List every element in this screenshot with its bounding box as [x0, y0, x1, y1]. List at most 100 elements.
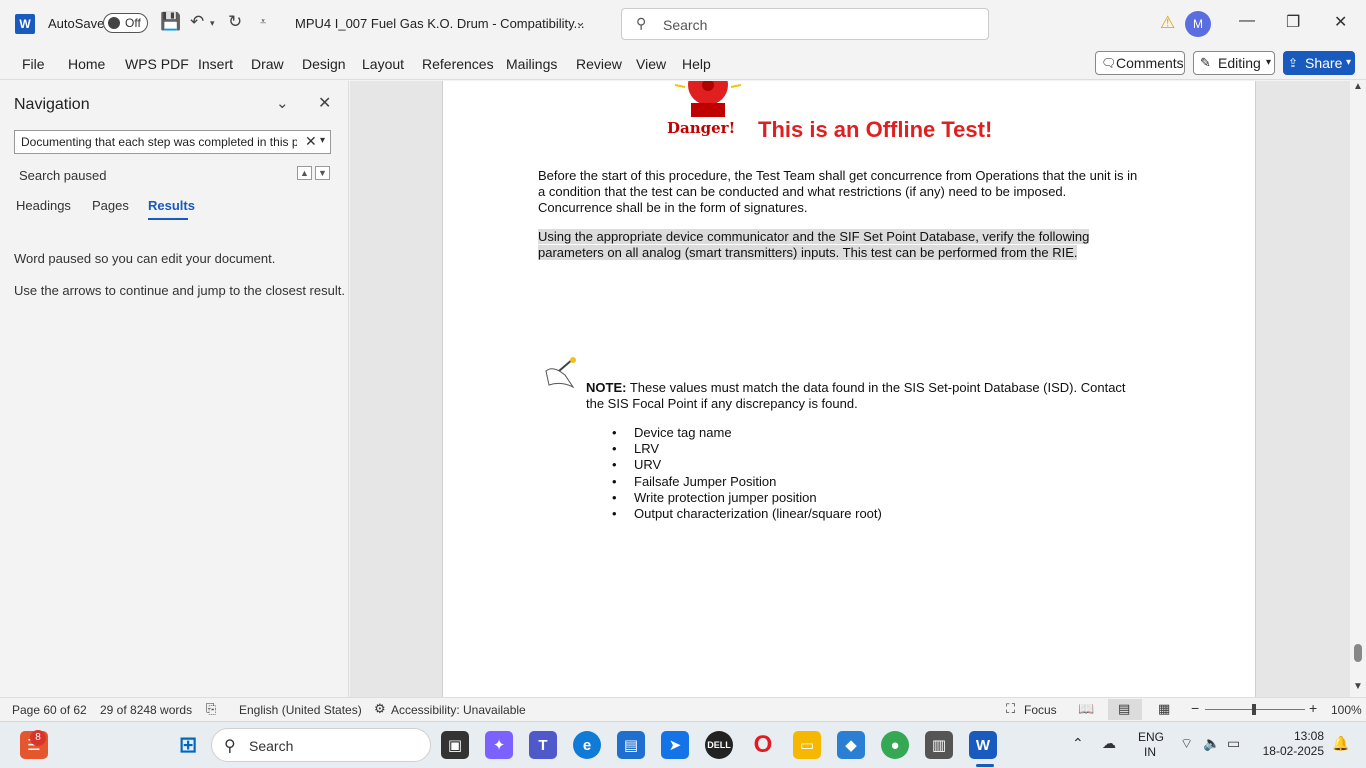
warning-icon[interactable]: ⚠ [1160, 13, 1175, 33]
document-title[interactable]: MPU4 I_007 Fuel Gas K.O. Drum - Compatib… [295, 16, 584, 31]
opera-icon[interactable]: O [749, 731, 777, 759]
close-icon[interactable]: ✕ [1334, 12, 1347, 32]
previous-result-icon[interactable]: ▲ [297, 166, 312, 180]
accessibility-status[interactable]: Accessibility: Unavailable [391, 703, 526, 717]
tab-view[interactable]: View [636, 56, 666, 72]
photos-icon[interactable]: ◆ [837, 731, 865, 759]
next-result-icon[interactable]: ▼ [315, 166, 330, 180]
scroll-up-icon[interactable]: ▲ [1353, 81, 1363, 92]
tab-file[interactable]: File [22, 56, 45, 72]
copilot-icon[interactable]: ✦ [485, 731, 513, 759]
minimize-icon[interactable]: — [1239, 12, 1255, 30]
task-view-icon[interactable]: ▣ [441, 731, 469, 759]
tab-home[interactable]: Home [68, 56, 105, 72]
search-value: Documenting that each step was completed… [21, 135, 297, 149]
chevron-down-icon[interactable]: ⌄ [575, 14, 586, 30]
input-language[interactable]: ENG IN [1138, 730, 1165, 760]
undo-dropdown-icon[interactable]: ▾ [210, 18, 215, 29]
tab-references[interactable]: References [422, 56, 494, 72]
list-item[interactable]: Failsafe Jumper Position [612, 474, 882, 490]
tab-pages[interactable]: Pages [92, 198, 129, 213]
list-item[interactable]: Device tag name [612, 425, 882, 441]
zoom-out-icon[interactable]: − [1191, 700, 1199, 716]
word-count[interactable]: 29 of 8248 words [100, 703, 192, 717]
taskbar-search-placeholder: Search [249, 738, 294, 754]
lang-region: IN [1144, 745, 1156, 759]
wifi-icon[interactable]: ⌔ [1180, 735, 1193, 753]
list-item[interactable]: Output characterization (linear/square r… [612, 506, 882, 522]
taskbar-search[interactable]: ⚲ Search [211, 728, 431, 762]
list-item[interactable]: LRV [612, 441, 882, 457]
tab-insert[interactable]: Insert [198, 56, 233, 72]
read-mode-icon[interactable]: 📖 [1078, 701, 1094, 717]
lang-code: ENG [1138, 730, 1165, 744]
zoom-level[interactable]: 100% [1331, 703, 1362, 717]
focus-icon[interactable]: ⛶ [1006, 701, 1015, 717]
tab-design[interactable]: Design [302, 56, 346, 72]
highlighted-paragraph[interactable]: Using the appropriate device communicato… [538, 229, 1138, 261]
vertical-scrollbar[interactable]: ▲ ▼ [1350, 81, 1366, 697]
undo-icon[interactable]: ↶ [190, 12, 204, 32]
search-box[interactable]: ⚲ Search [621, 8, 989, 40]
list-item[interactable]: URV [612, 457, 882, 473]
share-button[interactable]: ⇪ Share ▾ [1283, 51, 1355, 75]
editing-mode-button[interactable]: ✎ Editing ▾ [1193, 51, 1275, 75]
zoom-in-icon[interactable]: + [1309, 700, 1317, 716]
power-automate-icon[interactable]: ➤ [661, 731, 689, 759]
file-explorer-icon[interactable]: ▭ [793, 731, 821, 759]
zoom-slider-thumb[interactable] [1252, 704, 1256, 715]
print-layout-icon[interactable]: ▤ [1118, 701, 1130, 717]
close-pane-icon[interactable]: ✕ [318, 93, 331, 113]
scroll-thumb[interactable] [1354, 644, 1362, 662]
pane-options-chevron-icon[interactable]: ⌄ [276, 94, 289, 112]
redo-icon[interactable]: ↻ [228, 12, 242, 32]
teams-icon[interactable]: T [529, 731, 557, 759]
word-taskbar-icon[interactable]: W [969, 731, 997, 759]
document-canvas[interactable]: Danger! This is an Offline Test! Before … [350, 81, 1350, 697]
tab-help[interactable]: Help [682, 56, 711, 72]
web-layout-icon[interactable]: ▦ [1158, 701, 1170, 717]
customize-qat-icon[interactable]: ⩡ [260, 16, 266, 29]
notifications-icon[interactable]: 🔔 [1332, 735, 1349, 752]
tab-headings[interactable]: Headings [16, 198, 71, 213]
tab-mailings[interactable]: Mailings [506, 56, 557, 72]
page-count[interactable]: Page 60 of 62 [12, 703, 87, 717]
tab-draw[interactable]: Draw [251, 56, 284, 72]
document-page[interactable]: Danger! This is an Offline Test! Before … [442, 81, 1256, 697]
autosave-toggle[interactable]: Off [103, 13, 148, 33]
store-icon[interactable]: ▤ [617, 731, 645, 759]
tab-results[interactable]: Results [148, 198, 195, 213]
chrome-icon[interactable]: ● [881, 731, 909, 759]
accessibility-icon[interactable]: ⚙ [374, 701, 386, 717]
windows-start-icon[interactable]: ⊞ [174, 731, 202, 759]
tab-wps-pdf[interactable]: WPS PDF [125, 56, 189, 72]
onedrive-sync-icon[interactable]: ☁ [1102, 735, 1116, 752]
volume-icon[interactable]: 🔈 [1203, 735, 1220, 752]
chevron-down-icon: ▾ [1265, 57, 1271, 68]
language-indicator[interactable]: English (United States) [239, 703, 362, 717]
note-paragraph[interactable]: NOTE: These values must match the data f… [586, 380, 1126, 412]
comments-button[interactable]: 🗨 Comments [1095, 51, 1185, 75]
tab-layout[interactable]: Layout [362, 56, 404, 72]
active-tab-indicator [148, 218, 188, 220]
edge-icon[interactable]: e [573, 731, 601, 759]
proofing-icon[interactable]: ⎘ [206, 701, 216, 717]
parameter-list: Device tag name LRV URV Failsafe Jumper … [612, 425, 882, 522]
concurrence-paragraph[interactable]: Before the start of this procedure, the … [538, 168, 1138, 216]
tab-review[interactable]: Review [576, 56, 622, 72]
system-clock[interactable]: 13:08 18-02-2025 [1260, 729, 1324, 759]
focus-mode[interactable]: Focus [1024, 703, 1057, 717]
dell-icon[interactable]: DELL [705, 731, 733, 759]
search-options-icon[interactable]: ▾ [320, 135, 325, 146]
show-hidden-icons-icon[interactable]: ⌃ [1072, 735, 1084, 752]
list-item[interactable]: Write protection jumper position [612, 490, 882, 506]
clear-search-icon[interactable]: ✕ [305, 133, 317, 150]
avatar[interactable]: M [1185, 11, 1211, 37]
scroll-down-icon[interactable]: ▼ [1353, 681, 1363, 692]
comment-icon: 🗨 [1101, 56, 1117, 70]
remote-desktop-icon[interactable]: ▥ [925, 731, 953, 759]
save-icon[interactable]: 💾 [160, 12, 181, 32]
navigation-search-input[interactable]: Documenting that each step was completed… [14, 130, 331, 154]
battery-icon[interactable]: ▭ [1227, 735, 1240, 752]
maximize-icon[interactable]: ❐ [1286, 12, 1300, 32]
